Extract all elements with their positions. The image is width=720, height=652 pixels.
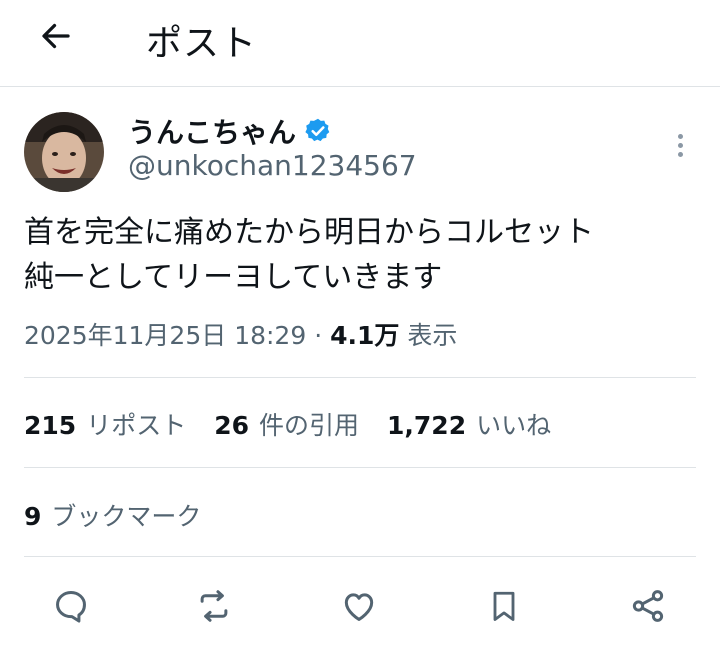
like-button[interactable] xyxy=(331,578,387,634)
views-label: 表示 xyxy=(407,321,458,350)
views-count: 4.1万 xyxy=(330,321,400,350)
bookmark-button[interactable] xyxy=(476,578,532,634)
divider xyxy=(24,377,696,378)
author-handle[interactable]: @unkochan1234567 xyxy=(128,149,417,182)
bookmark-icon xyxy=(493,591,515,621)
page-title: ポスト xyxy=(146,23,258,64)
reply-icon xyxy=(56,591,86,623)
post-meta: 2025年11月25日 18:29 · 4.1万 表示 xyxy=(24,316,457,352)
avatar-image xyxy=(24,112,104,192)
quotes-stat[interactable]: 26 件の引用 xyxy=(214,406,359,442)
bookmarks-stat: 9 ブックマーク xyxy=(24,497,201,533)
engagement-stats: 215 リポスト 26 件の引用 1,722 いいね xyxy=(24,406,551,442)
author-name[interactable]: うんこちゃん xyxy=(128,111,296,151)
repost-button[interactable] xyxy=(186,578,242,634)
repost-icon xyxy=(200,590,228,622)
author-name-row[interactable]: うんこちゃん xyxy=(128,111,332,151)
dot-icon xyxy=(677,151,683,157)
back-button[interactable] xyxy=(36,16,76,56)
post-timestamp[interactable]: 2025年11月25日 18:29 xyxy=(24,321,306,350)
bookmarks-label: ブックマーク xyxy=(51,502,202,531)
dot-icon xyxy=(677,142,683,148)
reposts-stat[interactable]: 215 リポスト xyxy=(24,406,186,442)
avatar[interactable] xyxy=(24,112,104,192)
verified-badge-icon xyxy=(305,118,330,142)
dot-icon xyxy=(677,133,683,139)
action-bar xyxy=(0,578,720,634)
divider xyxy=(24,556,696,557)
heart-icon xyxy=(344,593,374,621)
more-options-button[interactable] xyxy=(664,128,696,162)
reply-button[interactable] xyxy=(43,578,99,634)
post-text: 首を完全に痛めたから明日からコルセット 純一としてリーヨしていきます xyxy=(24,215,594,295)
arrow-left-icon xyxy=(42,23,70,49)
share-button[interactable] xyxy=(620,578,676,634)
top-bar: ポスト xyxy=(0,0,720,87)
divider xyxy=(24,467,696,468)
share-icon xyxy=(632,590,664,622)
meta-separator: · xyxy=(314,321,323,350)
likes-stat[interactable]: 1,722 いいね xyxy=(387,406,551,442)
bookmarks-count: 9 xyxy=(24,502,42,531)
